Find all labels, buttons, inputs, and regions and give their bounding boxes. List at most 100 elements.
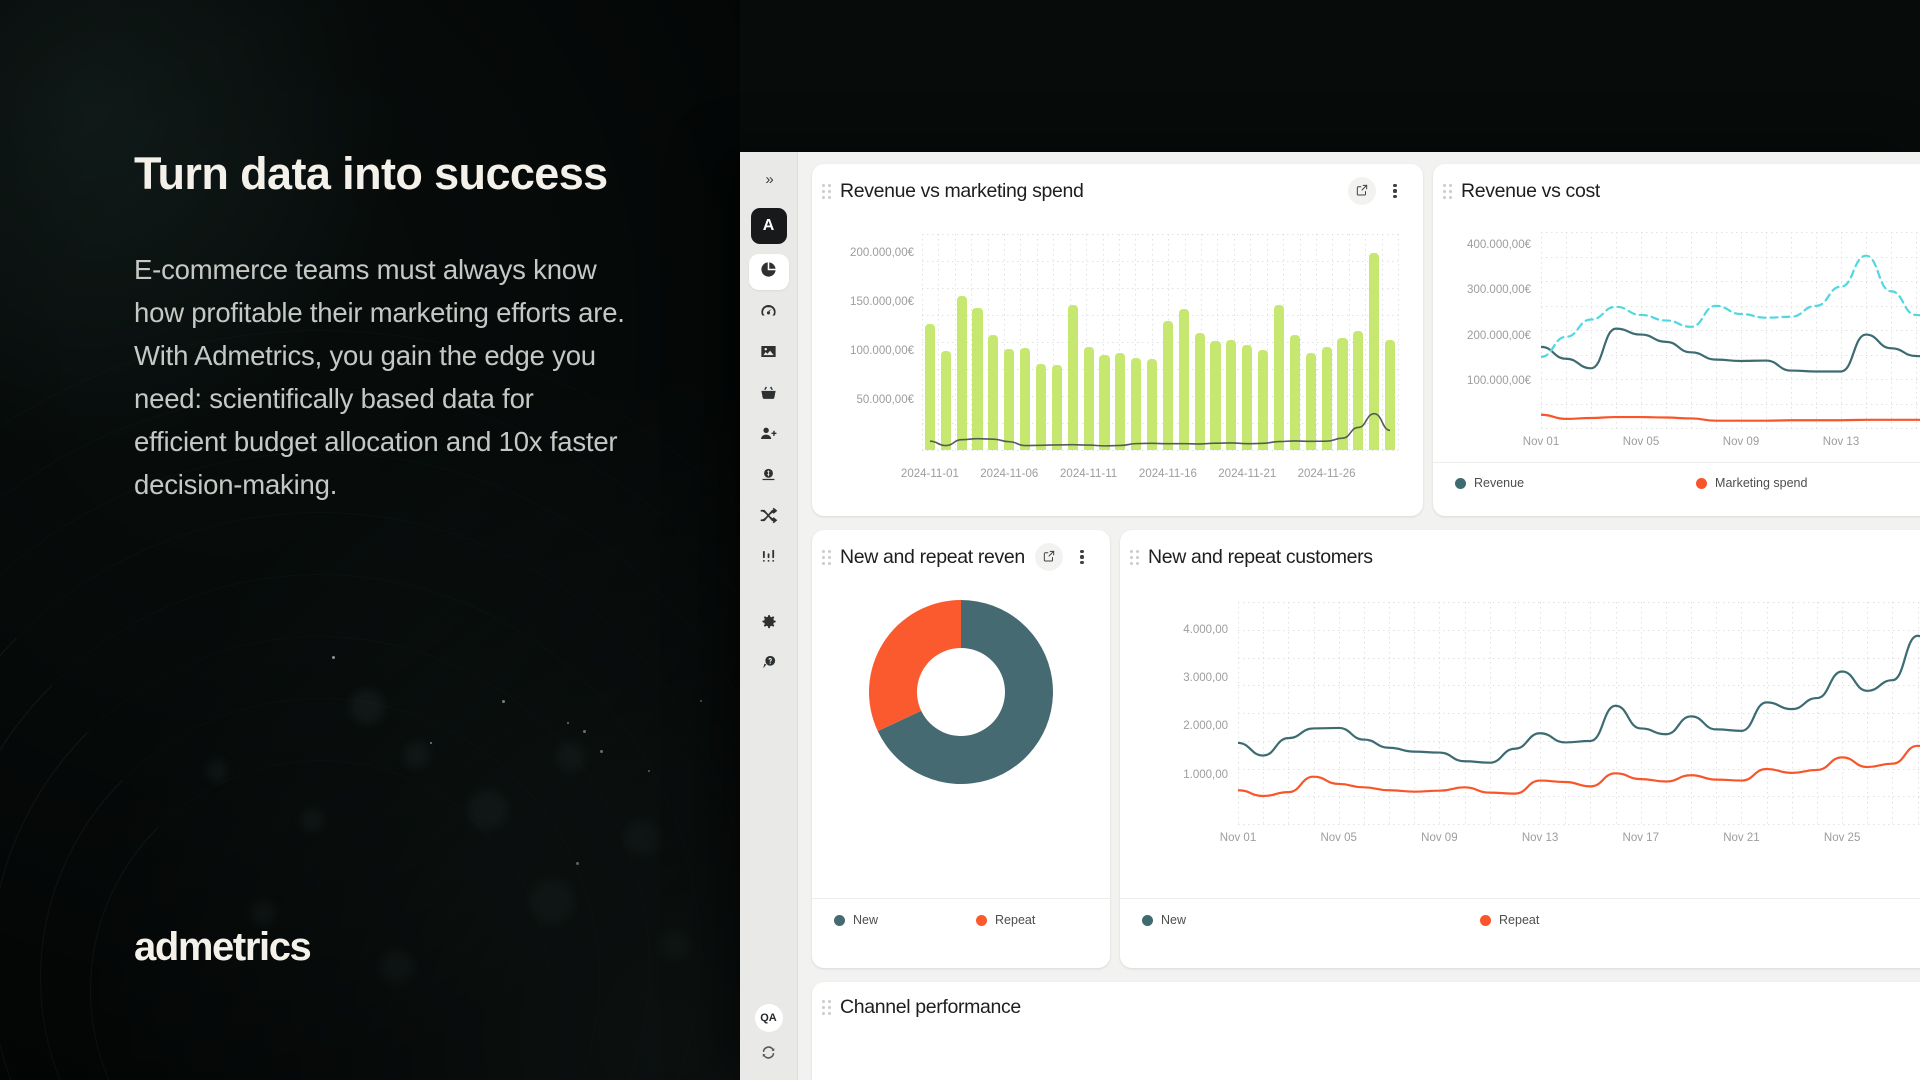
pie-chart-icon [759,260,778,284]
bar-chart-revenue-vs-spend: 2024-11-01 2024-11-06 2024-11-11 2024-11-16… [812,218,1423,516]
y-axis-tick: 4.000,00 [1183,623,1228,636]
legend-label: Repeat [995,913,1036,927]
x-axis-tick: Nov 01 [1219,832,1257,844]
drag-handle-icon[interactable] [822,183,831,199]
money-icon [759,465,778,489]
card-new-and-repeat-customers: New and repeat customers 1.000,00 2.000,0… [1120,530,1920,968]
sidebar-item-audiences[interactable] [749,418,789,454]
line-chart-new-vs-repeat-customers: 1.000,00 2.000,00 3.000,00 4.000,00 Nov 01 No… [1120,584,1920,884]
drag-handle-icon[interactable] [822,549,831,565]
legend-item[interactable]: Repeat [1480,913,1539,927]
legend-color-dot [1696,477,1708,489]
card-divider [1120,898,1920,899]
open-external-button[interactable] [1348,177,1376,205]
workspace-badge[interactable]: A [750,208,787,244]
line-series [1541,254,1920,422]
sidebar-item-performance[interactable] [749,295,789,331]
external-link-icon [1355,183,1369,200]
user-add-icon [759,424,778,448]
legend-label: Repeat [1499,913,1540,927]
card-divider [812,898,1110,899]
donut-slice[interactable] [869,600,961,732]
sidebar-item-help[interactable] [749,647,789,683]
legend-label: Revenue [1474,476,1525,490]
x-axis-tick: 2024-11-01 [900,468,959,480]
card-divider [1433,462,1920,463]
card-revenue-vs-marketing-spend: Revenue vs marketing spend 2024-11-01 20… [812,164,1423,516]
x-axis-tick: Nov 13 [1822,436,1860,448]
x-axis-tick: Nov 17 [1622,832,1659,844]
sidebar-item-attribution[interactable] [749,500,789,536]
help-chat-icon [759,653,778,677]
drag-handle-icon[interactable] [1130,549,1139,565]
legend-label: Marketing spend [1715,476,1808,490]
sidebar-item-settings[interactable] [749,606,789,642]
sync-icon[interactable] [760,1044,777,1066]
line-chart-revenue-vs-cost: 100.000,00€ 200.000,00€ 300.000,00€ 400.000… [1433,218,1920,460]
sidebar-item-products[interactable] [749,377,789,413]
y-axis-tick: 200.000,00€ [850,246,914,259]
sidebar: » A QA [740,152,798,1080]
y-axis-tick: 100.000,00€ [1467,375,1531,388]
app-window: » A QA Revenue vs marketing spend 2024-1… [740,152,1920,1080]
legend-item[interactable]: Marketing spend [1696,476,1807,490]
sidebar-item-revenue[interactable] [749,459,789,495]
legend-item[interactable]: Revenue [1455,476,1524,490]
y-axis-tick: 150.000,00€ [850,295,914,308]
card-title: Revenue vs cost [1461,179,1600,202]
legend-label: New [853,913,879,927]
drag-handle-icon[interactable] [1443,183,1452,199]
chart-legend: New Repeat [834,913,1094,927]
line-series [1238,634,1920,798]
card-actions [1035,543,1096,571]
line-path [1541,254,1920,358]
line-path [1238,744,1920,798]
legend-item[interactable]: New [1142,913,1186,927]
sidebar-item-reports[interactable] [749,541,789,577]
open-external-button[interactable] [1035,543,1063,571]
gridline-horizontal [1238,824,1920,825]
sidebar-item-dashboards[interactable] [748,254,789,290]
legend-item[interactable]: New [834,913,878,927]
card-title: New and repeat revenue [840,545,1026,568]
gridline-vertical [1398,234,1399,450]
card-header: Revenue vs marketing spend [812,164,1423,218]
drag-handle-icon[interactable] [822,999,831,1015]
line-path [1541,413,1920,422]
card-title: Channel performance [840,995,1021,1018]
legend-color-dot [1142,914,1153,926]
x-axis-tick: 2024-11-11 [1060,468,1118,480]
y-axis-tick: 50.000,00€ [856,393,914,406]
legend-color-dot [1480,914,1492,926]
x-axis-tick: Nov 05 [1320,832,1357,844]
y-axis-tick: 400.000,00€ [1467,238,1531,251]
hero-description: E-commerce teams must always know how pr… [134,254,625,500]
x-axis-tick: 2024-11-21 [1218,468,1277,480]
donut-chart-new-vs-repeat [812,584,1110,884]
user-avatar[interactable]: QA [754,1004,783,1032]
legend-color-dot [976,914,988,926]
y-axis-tick: 300.000,00€ [1467,284,1531,297]
basket-icon [759,383,778,407]
card-menu-button[interactable] [1381,177,1409,205]
external-link-icon [1042,549,1056,566]
page-title: Turn data into success [134,148,608,199]
card-actions [1348,177,1409,205]
x-axis-tick: Nov 05 [1622,436,1660,448]
legend-item[interactable]: Repeat [976,913,1035,927]
x-axis-tick: Nov 09 [1722,436,1760,448]
card-new-and-repeat-revenue: New and repeat revenue New Repeat [812,530,1110,968]
card-revenue-vs-cost: Revenue vs cost 100.000,00€ 200.000,00€ 30… [1433,164,1920,516]
card-channel-performance: Channel performance [812,982,1920,1080]
sidebar-item-creatives[interactable] [749,336,789,372]
expand-sidebar-button[interactable]: » [752,164,786,194]
card-menu-button[interactable] [1068,543,1096,571]
trend-line-series [929,412,1391,447]
card-header: New and repeat revenue [812,530,1110,584]
shuffle-icon [759,506,778,530]
bar-chart-icon [759,547,778,571]
x-axis-tick: Nov 25 [1823,832,1861,844]
y-axis-tick: 3.000,00 [1183,672,1228,685]
y-axis-tick: 100.000,00€ [850,344,914,357]
kebab-menu-icon [1080,549,1084,565]
